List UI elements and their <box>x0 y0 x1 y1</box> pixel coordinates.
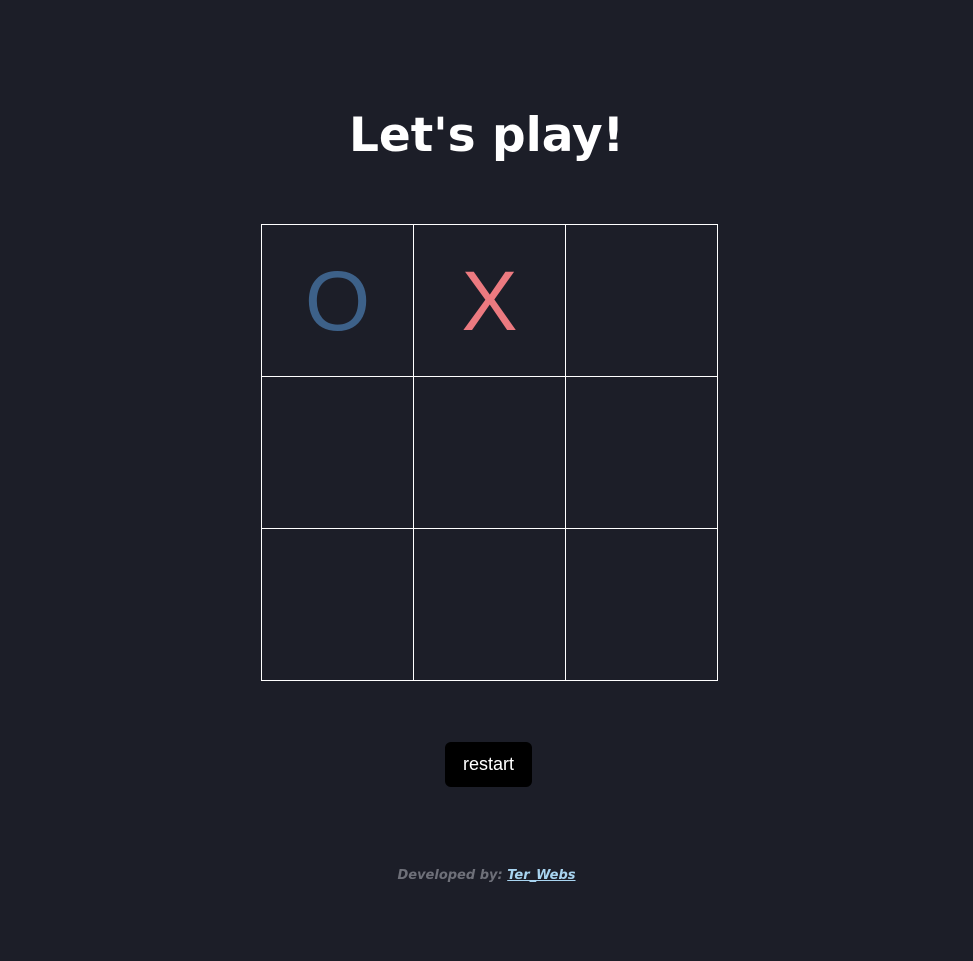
board-cell-6[interactable] <box>565 376 718 529</box>
board-cell-9[interactable] <box>565 528 718 681</box>
board-cell-4[interactable] <box>261 376 414 529</box>
board-cell-1[interactable]: O <box>261 224 414 377</box>
board-cell-8[interactable] <box>413 528 566 681</box>
restart-button[interactable]: restart <box>445 742 532 787</box>
footer-prefix: Developed by: <box>397 868 503 883</box>
page-title: Let's play! <box>348 108 625 163</box>
game-board: O X <box>261 224 718 681</box>
footer-credit: Developed by: Ter_Webs <box>0 868 973 883</box>
board-cell-3[interactable] <box>565 224 718 377</box>
board-cell-5[interactable] <box>413 376 566 529</box>
author-link[interactable]: Ter_Webs <box>507 868 575 883</box>
board-cell-7[interactable] <box>261 528 414 681</box>
board-cell-2[interactable]: X <box>413 224 566 377</box>
